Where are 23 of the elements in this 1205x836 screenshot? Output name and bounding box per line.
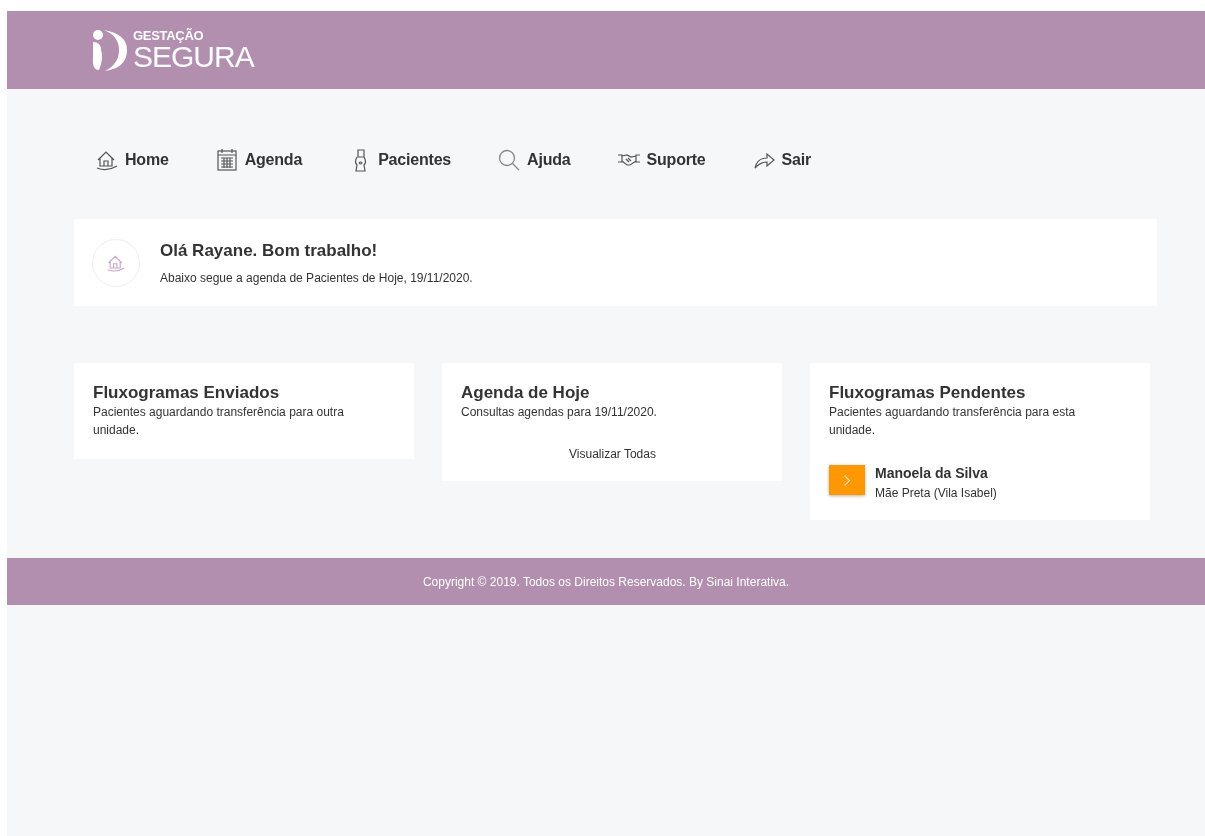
nav-link[interactable]: Home (95, 148, 169, 172)
card-subtitle: Consultas agendas para 19/11/2020. (461, 404, 658, 421)
card-subtitle: Pacientes aguardando transferência para outra unidade. (93, 404, 345, 439)
card-title: Fluxogramas Enviados (93, 383, 281, 403)
footer-text: Copyright © 2019. Todos os Direitos Reservados. By Sinai Interativa. (7, 558, 1205, 605)
nav-link[interactable]: Pacientes (348, 148, 452, 172)
open-button[interactable] (829, 465, 865, 495)
nav-link[interactable]: Sair (751, 148, 811, 172)
welcome-text: Abaixo segue a agenda de Pacientes de Hoje, 19/11/2020. (160, 270, 473, 285)
chevron-right-icon (843, 473, 851, 487)
calendar-icon (214, 148, 239, 172)
patient-name: Manoela da Silva (875, 465, 989, 481)
logo-text-top: GESTAÇÃO (133, 28, 205, 42)
card-title: Fluxogramas Pendentes (829, 383, 1027, 403)
search-icon (497, 148, 522, 172)
view-all-link[interactable]: Visualizar Todas (461, 447, 764, 461)
card-subtitle: Pacientes aguardando transferência para esta unidade. (829, 404, 1077, 439)
welcome-title: Olá Rayane. Bom trabalho! (160, 240, 379, 261)
nav-link[interactable]: Suporte (616, 148, 706, 172)
card-title: Agenda de Hoje (461, 383, 591, 403)
nav-link[interactable]: Ajuda (497, 148, 571, 172)
nav-link[interactable]: Agenda (214, 148, 303, 172)
patient-unit: Mãe Preta (Vila Isabel) (875, 486, 997, 500)
